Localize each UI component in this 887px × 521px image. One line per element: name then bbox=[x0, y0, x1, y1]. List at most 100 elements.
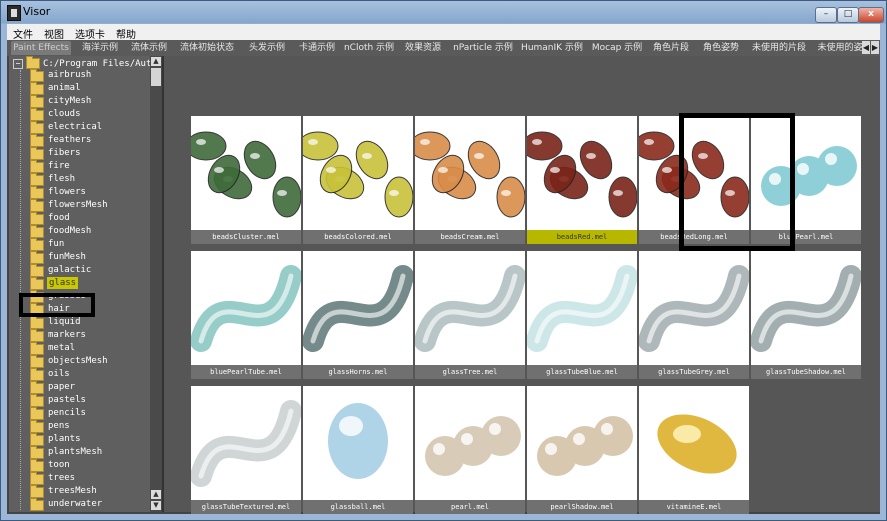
tab-3[interactable]: 流体初始状态 bbox=[174, 41, 240, 55]
tree-item-label: fibers bbox=[48, 148, 81, 158]
scroll-down-icon[interactable]: ▼ bbox=[151, 501, 161, 510]
preset-label: vitamineE.mel bbox=[639, 500, 749, 514]
menu-tabs[interactable]: 选项卡 bbox=[69, 24, 110, 41]
tree-item-label: oils bbox=[48, 369, 70, 379]
tree-root-path: C:/Program Files/Autod bbox=[43, 59, 150, 69]
menu-view[interactable]: 视图 bbox=[38, 24, 69, 41]
folder-icon bbox=[30, 251, 44, 264]
tree-item-food[interactable]: food bbox=[9, 212, 147, 225]
menu-file[interactable]: 文件 bbox=[7, 24, 38, 41]
tree-scrollbar[interactable]: ▲ ▲ ▼ bbox=[150, 56, 162, 512]
tree-item-paper[interactable]: paper bbox=[9, 381, 147, 394]
preset-thumbnail[interactable]: glassTubeBlue.mel bbox=[527, 251, 637, 384]
preset-thumbnail[interactable]: glassHorns.mel bbox=[303, 251, 413, 384]
tree-item-galactic[interactable]: galactic bbox=[9, 264, 147, 277]
tab-13[interactable]: 未使用的片段 bbox=[748, 41, 810, 55]
tree-item-label: flowersMesh bbox=[48, 200, 108, 210]
tree-item-trees[interactable]: trees bbox=[9, 472, 147, 485]
tab-7[interactable]: 效果资源 bbox=[399, 41, 447, 55]
tree-item-objectsMesh[interactable]: objectsMesh bbox=[9, 355, 147, 368]
tree-item-label: clouds bbox=[48, 109, 81, 119]
minimize-button[interactable]: – bbox=[815, 7, 837, 23]
scroll-thumb[interactable] bbox=[151, 68, 161, 86]
maximize-button[interactable]: □ bbox=[837, 7, 859, 23]
tree-item-electrical[interactable]: electrical bbox=[9, 121, 147, 134]
preset-label: beadsColored.mel bbox=[303, 230, 413, 244]
preset-thumbnail[interactable]: pearl.mel bbox=[415, 386, 525, 519]
preset-thumbnail[interactable]: pearlShadow.mel bbox=[527, 386, 637, 519]
tab-12[interactable]: 角色姿势 bbox=[697, 41, 745, 55]
menu-help[interactable]: 帮助 bbox=[110, 24, 141, 41]
tree-item-flesh[interactable]: flesh bbox=[9, 173, 147, 186]
tab-10[interactable]: Mocap 示例 bbox=[589, 41, 645, 55]
tab-2[interactable]: 流体示例 bbox=[127, 41, 171, 55]
preset-thumbnail[interactable]: glassball.mel bbox=[303, 386, 413, 519]
tree-item-oils[interactable]: oils bbox=[9, 368, 147, 381]
title-bar[interactable]: Visor – □ x bbox=[1, 1, 886, 23]
scroll-up-lower-icon[interactable]: ▲ bbox=[151, 490, 161, 499]
tree-item-airbrush[interactable]: airbrush bbox=[9, 69, 147, 82]
scroll-up-icon[interactable]: ▲ bbox=[151, 57, 161, 66]
tree-item-markers[interactable]: markers bbox=[9, 329, 147, 342]
blue-pearl-icon bbox=[751, 116, 861, 230]
tree-item-underwater[interactable]: underwater bbox=[9, 498, 147, 511]
folder-icon bbox=[30, 368, 44, 381]
folder-icon bbox=[30, 147, 44, 160]
tab-5[interactable]: 卡通示例 bbox=[295, 41, 339, 55]
tree-item-toon[interactable]: toon bbox=[9, 459, 147, 472]
tree-item-treesMesh[interactable]: treesMesh bbox=[9, 485, 147, 498]
tree-item-flowers[interactable]: flowers bbox=[9, 186, 147, 199]
tree-item-cityMesh[interactable]: cityMesh bbox=[9, 95, 147, 108]
pearl-icon bbox=[415, 386, 525, 500]
tab-scroll-right-icon[interactable]: ▶ bbox=[871, 41, 879, 54]
tab-4[interactable]: 头发示例 bbox=[243, 41, 291, 55]
tree-item-fun[interactable]: fun bbox=[9, 238, 147, 251]
tab-14[interactable]: 未使用的姿 bbox=[813, 41, 867, 55]
tree-item-pens[interactable]: pens bbox=[9, 420, 147, 433]
preset-thumbnail[interactable]: glassTubeShadow.mel bbox=[751, 251, 861, 384]
preset-thumbnail[interactable]: bluePearlTube.mel bbox=[191, 251, 301, 384]
preset-label: glassHorns.mel bbox=[303, 365, 413, 379]
tree-item-metal[interactable]: metal bbox=[9, 342, 147, 355]
preset-thumbnail[interactable]: beadsCluster.mel bbox=[191, 116, 301, 249]
preset-thumbnail[interactable]: beadsRedLong.mel bbox=[639, 116, 749, 249]
tree-item-glass[interactable]: glass bbox=[9, 277, 147, 290]
tree-item-pencils[interactable]: pencils bbox=[9, 407, 147, 420]
preset-thumbnail[interactable]: glassTree.mel bbox=[415, 251, 525, 384]
tree-item-liquid[interactable]: liquid bbox=[9, 316, 147, 329]
preset-thumbnail[interactable]: beadsRed.mel bbox=[527, 116, 637, 249]
tab-11[interactable]: 角色片段 bbox=[648, 41, 694, 55]
tab-8[interactable]: nParticle 示例 bbox=[451, 41, 515, 55]
tree-item-pastels[interactable]: pastels bbox=[9, 394, 147, 407]
tab-scroll-left-icon[interactable]: ◀ bbox=[862, 41, 870, 54]
tree-item-foodMesh[interactable]: foodMesh bbox=[9, 225, 147, 238]
collapse-icon[interactable]: − bbox=[13, 58, 23, 69]
tree-item-plants[interactable]: plants bbox=[9, 433, 147, 446]
tab-9[interactable]: HumanIK 示例 bbox=[519, 41, 585, 55]
client-area: 文件 视图 选项卡 帮助 Paint Effects 海洋示例 流体示例 流体初始状态 头发示… bbox=[7, 24, 880, 514]
tree-item-plantsMesh[interactable]: plantsMesh bbox=[9, 446, 147, 459]
tab-6[interactable]: nCloth 示例 bbox=[342, 41, 396, 55]
preset-label: glassTubeTextured.mel bbox=[191, 500, 301, 514]
tree-item-animal[interactable]: animal bbox=[9, 82, 147, 95]
tree-item-clouds[interactable]: clouds bbox=[9, 108, 147, 121]
tree-item-fire[interactable]: fire bbox=[9, 160, 147, 173]
preset-thumbnail[interactable]: glassTubeGrey.mel bbox=[639, 251, 749, 384]
tree-item-funMesh[interactable]: funMesh bbox=[9, 251, 147, 264]
tree-item-flowersMesh[interactable]: flowersMesh bbox=[9, 199, 147, 212]
preset-thumbnail[interactable]: glassTubeTextured.mel bbox=[191, 386, 301, 519]
tree-item-label: glass bbox=[47, 277, 79, 289]
preset-thumbnail[interactable]: vitamineE.mel bbox=[639, 386, 749, 519]
tree-item-feathers[interactable]: feathers bbox=[9, 134, 147, 147]
preset-thumbnail[interactable]: beadsCream.mel bbox=[415, 116, 525, 249]
preset-thumbnail[interactable]: beadsColored.mel bbox=[303, 116, 413, 249]
folder-icon bbox=[30, 342, 44, 355]
tree-item-label: fire bbox=[48, 161, 70, 171]
beads-red-icon bbox=[527, 116, 637, 230]
tree-item-fibers[interactable]: fibers bbox=[9, 147, 147, 160]
preset-thumbnail[interactable]: bluePearl.mel bbox=[751, 116, 861, 249]
tab-0[interactable]: Paint Effects bbox=[11, 41, 71, 55]
tree-item-label: airbrush bbox=[48, 70, 92, 80]
close-button[interactable]: x bbox=[858, 7, 884, 23]
tab-1[interactable]: 海洋示例 bbox=[76, 41, 124, 55]
